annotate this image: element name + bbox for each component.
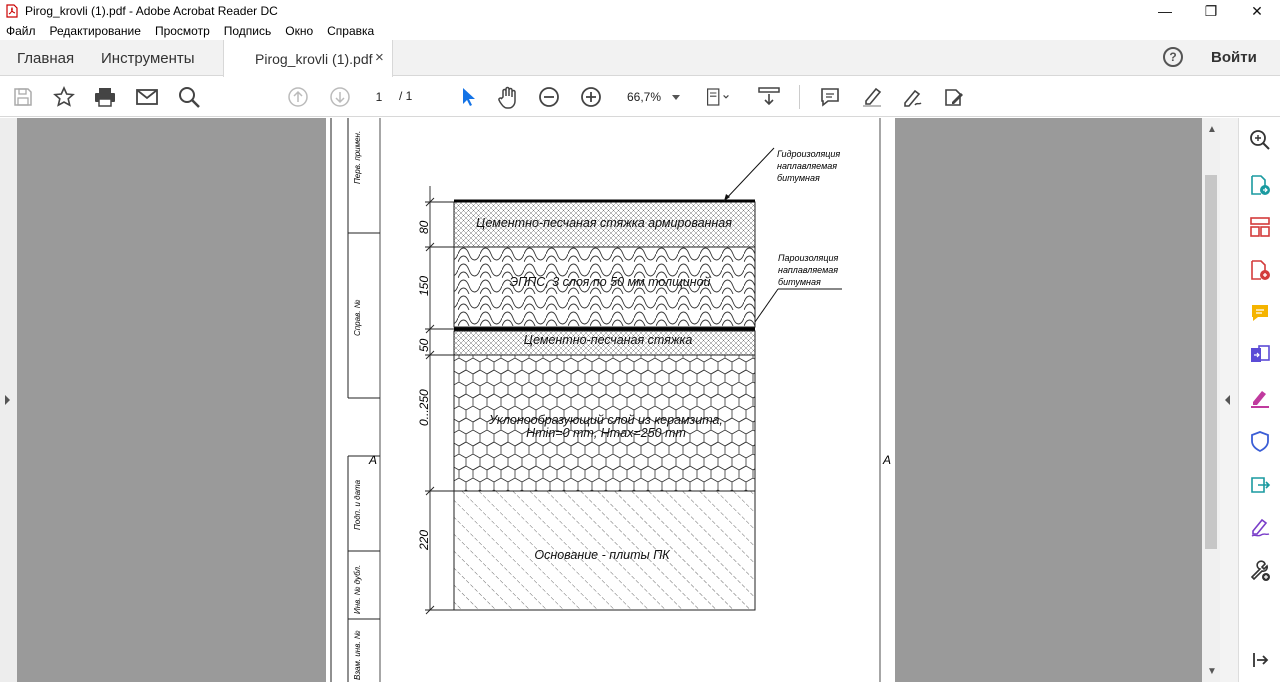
scroll-up-icon[interactable]: ▲ <box>1207 124 1217 135</box>
combine-icon[interactable] <box>1248 343 1272 367</box>
select-cursor-icon[interactable] <box>455 85 479 109</box>
left-panel-toggle[interactable] <box>0 118 17 682</box>
dimension-label: 150 <box>417 276 431 296</box>
page-up-icon[interactable] <box>286 85 310 109</box>
dimension-label: 80 <box>417 220 431 234</box>
stamp-label: Инв. № дубл. <box>353 565 362 614</box>
layer-label: ЭППС, 3 слоя по 50 мм толщиной <box>510 275 711 289</box>
page-down-icon[interactable] <box>328 85 352 109</box>
page-number-input[interactable]: 1 <box>363 86 395 108</box>
create-pdf-icon[interactable] <box>1248 258 1272 282</box>
document-tab-label: Pirog_krovli (1).pdf <box>255 51 373 67</box>
print-icon[interactable] <box>93 85 117 109</box>
layer-label: Hmin=0 mm, Hmax=250 mm <box>526 426 686 440</box>
minimize-button[interactable]: — <box>1142 0 1188 22</box>
layer-label: Цементно-песчаная стяжка армированная <box>476 216 732 230</box>
fill-sign-icon[interactable] <box>901 85 925 109</box>
section-mark-right: А <box>882 453 891 467</box>
more-tools-panel-icon[interactable] <box>1248 559 1272 583</box>
zoom-panel-icon[interactable] <box>1248 128 1272 152</box>
menu-help[interactable]: Справка <box>327 24 374 38</box>
title-bar: Pirog_krovli (1).pdf - Adobe Acrobat Rea… <box>0 0 1280 22</box>
stamp-label: Подп. и дата <box>353 479 362 530</box>
callout-text: Пароизоляция <box>778 253 838 263</box>
callout-text: наплавляемая <box>778 265 838 275</box>
tab-document[interactable]: Pirog_krovli (1).pdf × <box>223 40 393 77</box>
acrobat-icon <box>6 4 18 18</box>
zoom-select[interactable]: 66,7% <box>620 86 688 108</box>
callout-text: Гидроизоляция <box>777 149 840 159</box>
zoom-value: 66,7% <box>627 90 662 104</box>
menu-window[interactable]: Окно <box>285 24 313 38</box>
tab-bar: Главная Инструменты Pirog_krovli (1).pdf… <box>0 40 1280 77</box>
section-mark-left: А <box>368 453 377 467</box>
restore-button[interactable]: ❐ <box>1188 0 1234 22</box>
menu-file[interactable]: Файл <box>6 24 36 38</box>
protect-icon[interactable] <box>1248 429 1272 453</box>
vertical-scrollbar[interactable]: ▲ ▼ <box>1202 118 1220 682</box>
toolbar: 1 / 1 66,7% <box>0 77 1280 117</box>
menu-sign[interactable]: Подпись <box>224 24 272 38</box>
dimension-label: 50 <box>417 338 431 352</box>
tab-tools[interactable]: Инструменты <box>101 50 195 67</box>
signature-icon[interactable] <box>1248 515 1272 539</box>
tools-pane <box>1238 118 1280 682</box>
mail-icon[interactable] <box>135 85 159 109</box>
help-icon[interactable]: ? <box>1163 47 1183 67</box>
stamp-label: Справ. № <box>353 299 362 336</box>
search-icon[interactable] <box>177 85 201 109</box>
close-window-button[interactable]: ✕ <box>1234 0 1280 22</box>
right-panel-toggle[interactable] <box>1220 118 1238 682</box>
callout-text: наплавляемая <box>777 161 837 171</box>
menu-bar: Файл Редактирование Просмотр Подпись Окн… <box>0 22 1280 40</box>
window-title: Pirog_krovli (1).pdf - Adobe Acrobat Rea… <box>25 4 278 18</box>
stamp-label: Взам. инв. № <box>353 630 362 680</box>
collapse-panel-icon[interactable] <box>1248 648 1272 672</box>
dimension-label: 220 <box>417 530 431 551</box>
pdf-page[interactable]: Перв. примен. Справ. № Подп. и дата Инв.… <box>326 118 895 682</box>
scroll-down-icon[interactable]: ▼ <box>1207 666 1217 677</box>
scrollbar-thumb[interactable] <box>1205 175 1217 549</box>
layer-label: Уклонообразующий слой из керамзита, <box>488 413 723 427</box>
chevron-down-icon <box>672 95 680 100</box>
toolbar-divider <box>799 85 800 109</box>
export-pdf-icon[interactable] <box>1248 173 1272 197</box>
menu-edit[interactable]: Редактирование <box>50 24 141 38</box>
page-fit-icon[interactable] <box>706 85 730 109</box>
tab-home[interactable]: Главная <box>17 50 74 67</box>
scroll-mode-icon[interactable] <box>757 85 781 109</box>
menu-view[interactable]: Просмотр <box>155 24 210 38</box>
page-total: / 1 <box>399 89 413 103</box>
layer-label: Цементно-песчаная стяжка <box>524 333 693 347</box>
hand-icon[interactable] <box>497 85 521 109</box>
zoom-out-icon[interactable] <box>537 85 561 109</box>
more-tools-icon[interactable] <box>942 85 966 109</box>
send-icon[interactable] <box>1248 472 1272 496</box>
save-icon[interactable] <box>11 85 35 109</box>
callout-text: битумная <box>778 277 821 287</box>
roof-section-drawing: Перв. примен. Справ. № Подп. и дата Инв.… <box>330 118 891 682</box>
chevron-right-icon <box>5 395 10 405</box>
organize-pages-icon[interactable] <box>1248 215 1272 239</box>
fill-sign-panel-icon[interactable] <box>1248 386 1272 410</box>
sign-in-button[interactable]: Войти <box>1211 49 1257 66</box>
callout-text: битумная <box>777 173 820 183</box>
dimension-label: 0...250 <box>417 389 431 426</box>
chevron-left-icon <box>1225 395 1230 405</box>
comment-icon[interactable] <box>818 85 842 109</box>
star-icon[interactable] <box>52 85 76 109</box>
zoom-in-icon[interactable] <box>579 85 603 109</box>
stamp-label: Перв. примен. <box>353 131 362 184</box>
close-tab-icon[interactable]: × <box>375 49 384 66</box>
highlight-icon[interactable] <box>860 85 884 109</box>
comment-panel-icon[interactable] <box>1248 301 1272 325</box>
layer-label: Основание - плиты ПК <box>534 548 670 562</box>
